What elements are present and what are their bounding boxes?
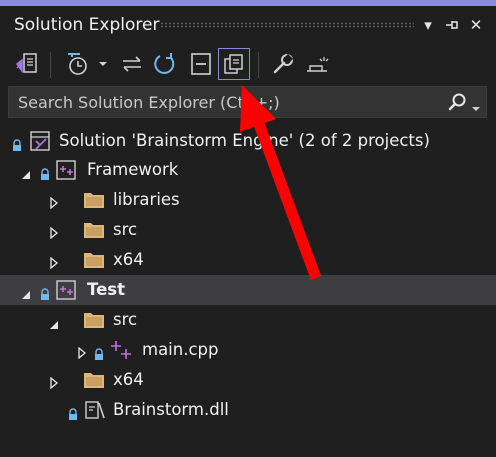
cpp-project-icon: [55, 159, 77, 185]
solution-explorer-toolbar: [0, 44, 496, 84]
close-icon[interactable]: ✕: [466, 14, 486, 36]
project-label: Framework: [87, 160, 179, 179]
toolbar-separator: [258, 52, 259, 78]
dll-reference-icon: [84, 399, 106, 425]
dropdown-icon[interactable]: [96, 48, 110, 80]
folder-label: x64: [113, 370, 144, 389]
cpp-project-icon: [55, 279, 77, 305]
collapsed-triangle-icon[interactable]: [78, 344, 87, 363]
tree-item-folder[interactable]: src: [0, 305, 496, 335]
folder-label: src: [113, 310, 138, 329]
panel-drag-grip[interactable]: [160, 22, 414, 28]
lock-icon: [12, 136, 22, 155]
tree-item-project-framework[interactable]: Framework: [0, 155, 496, 185]
refresh-icon[interactable]: [150, 48, 180, 80]
tree-item-folder[interactable]: x64: [0, 245, 496, 275]
folder-label: x64: [113, 250, 144, 269]
show-all-files-icon[interactable]: [218, 48, 250, 80]
lock-icon: [40, 285, 50, 304]
folder-icon: [83, 371, 105, 393]
folder-icon: [83, 221, 105, 243]
tree-item-folder[interactable]: src: [0, 215, 496, 245]
expanded-triangle-icon[interactable]: [22, 165, 32, 184]
history-icon[interactable]: [62, 48, 92, 80]
folder-label: src: [113, 220, 138, 239]
panel-title-bar: Solution Explorer ▾ ✕: [0, 6, 496, 43]
collapsed-triangle-icon[interactable]: [50, 194, 59, 213]
folder-icon: [83, 251, 105, 273]
folder-label: libraries: [113, 190, 180, 209]
folder-icon: [83, 311, 105, 333]
toolbar-separator: [50, 52, 51, 78]
cpp-file-icon: [110, 339, 134, 365]
search-placeholder: Search Solution Explorer (Ctrl+;): [18, 93, 280, 112]
expanded-triangle-icon[interactable]: [50, 315, 60, 334]
expanded-triangle-icon[interactable]: [22, 285, 32, 304]
panel-title: Solution Explorer: [14, 15, 160, 35]
project-label: Test: [87, 280, 125, 299]
solution-explorer-panel: Solution Explorer ▾ ✕ Search Solution Ex…: [0, 0, 496, 457]
collapsed-triangle-icon[interactable]: [50, 224, 59, 243]
tree-item-folder[interactable]: x64: [0, 365, 496, 395]
tree-item-project-test[interactable]: Test: [0, 275, 496, 305]
solution-label: Solution 'Brainstorm Engine' (2 of 2 pro…: [59, 131, 430, 150]
vs-switch-views-icon[interactable]: [12, 48, 42, 80]
lock-icon: [40, 165, 50, 184]
preview-icon[interactable]: [302, 48, 332, 80]
folder-icon: [83, 191, 105, 213]
tree-item-solution[interactable]: Solution 'Brainstorm Engine' (2 of 2 pro…: [0, 126, 496, 156]
search-icon[interactable]: [447, 92, 467, 116]
lock-icon: [68, 405, 78, 424]
panel-options-dropdown-icon[interactable]: ▾: [418, 14, 438, 36]
solution-icon: [28, 130, 52, 156]
tree-item-file[interactable]: main.cpp: [0, 335, 496, 365]
collapsed-triangle-icon[interactable]: [50, 374, 59, 393]
auto-hide-pin-icon[interactable]: [442, 14, 462, 36]
reference-label: Brainstorm.dll: [113, 400, 229, 419]
collapsed-triangle-icon[interactable]: [50, 254, 59, 273]
properties-wrench-icon[interactable]: [268, 48, 298, 80]
tree-item-reference[interactable]: Brainstorm.dll: [0, 395, 496, 425]
collapse-all-icon[interactable]: [186, 48, 216, 80]
search-options-dropdown-icon[interactable]: [471, 98, 481, 117]
tree-item-folder[interactable]: libraries: [0, 185, 496, 215]
sync-icon[interactable]: [118, 48, 146, 80]
file-label: main.cpp: [142, 340, 219, 359]
lock-icon: [94, 345, 104, 364]
search-input[interactable]: Search Solution Explorer (Ctrl+;): [8, 86, 487, 118]
